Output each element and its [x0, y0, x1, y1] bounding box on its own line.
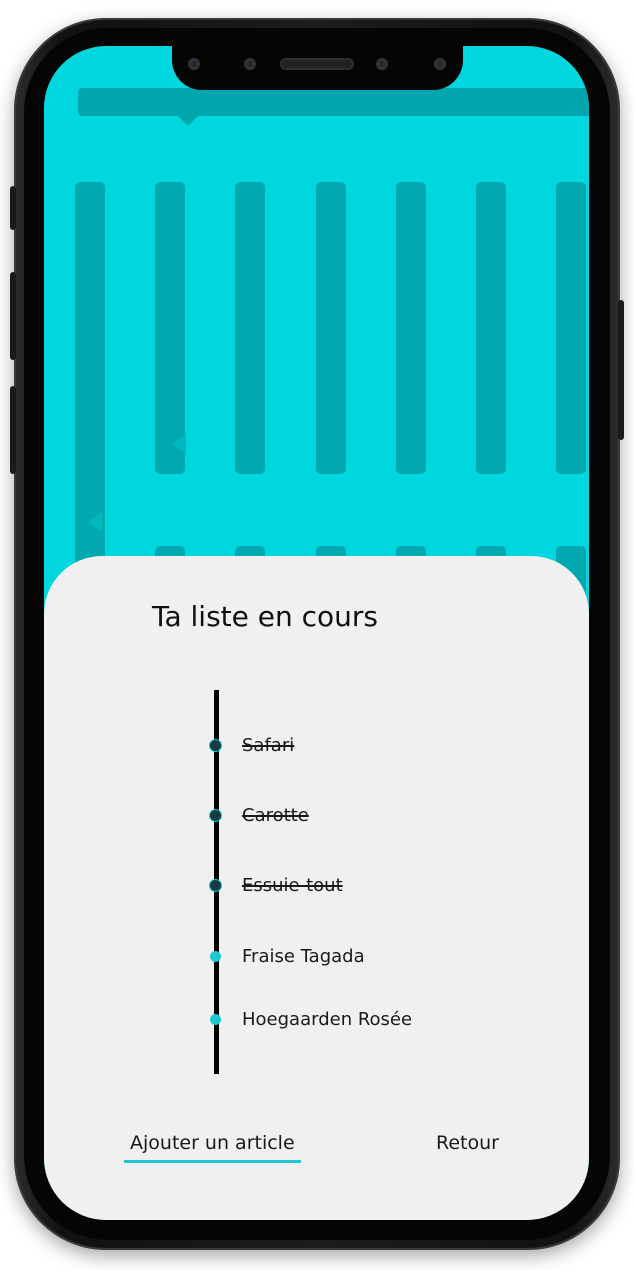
background-bar [78, 88, 589, 126]
back-button[interactable]: Retour [436, 1132, 499, 1154]
speaker-grille [280, 58, 354, 70]
list-item[interactable]: Hoegaarden Rosée [210, 1007, 412, 1031]
list-item-label: Essuie-tout [242, 874, 343, 896]
checked-dot-icon [210, 739, 221, 751]
camera-icon [244, 58, 256, 70]
sheet-title: Ta liste en cours [152, 600, 379, 633]
current-list-sheet: Ta liste en cours Safari Carotte Essuie-… [44, 556, 589, 1220]
background-column [155, 182, 185, 474]
list-item[interactable]: Carotte [210, 803, 309, 827]
pending-dot-icon [210, 950, 221, 962]
list-item-label: Fraise Tagada [242, 945, 365, 967]
checked-dot-icon [210, 809, 221, 821]
add-item-button[interactable]: Ajouter un article [124, 1132, 301, 1163]
background-column [316, 182, 346, 474]
phone-notch [172, 46, 463, 90]
background-column [476, 182, 506, 474]
background-marker [172, 434, 186, 454]
side-button-mute [10, 186, 16, 230]
list-item[interactable]: Safari [210, 733, 294, 757]
side-button-volume-up [10, 272, 16, 360]
app-screen: Ta liste en cours Safari Carotte Essuie-… [44, 46, 589, 1220]
background-column [235, 182, 265, 474]
background-column [396, 182, 426, 474]
checked-dot-icon [210, 879, 221, 891]
pending-dot-icon [210, 1013, 221, 1025]
side-button-power [618, 300, 624, 440]
background-marker [88, 512, 102, 532]
front-camera-icon [434, 58, 446, 70]
sensor-icon [376, 58, 388, 70]
sensor-icon [188, 58, 200, 70]
side-button-volume-down [10, 386, 16, 474]
list-item[interactable]: Essuie-tout [210, 873, 343, 897]
list-item-label: Safari [242, 734, 295, 756]
list-item-label: Carotte [242, 804, 309, 826]
background-column [556, 182, 586, 474]
list-item-label: Hoegaarden Rosée [242, 1008, 413, 1030]
list-item[interactable]: Fraise Tagada [210, 944, 365, 968]
